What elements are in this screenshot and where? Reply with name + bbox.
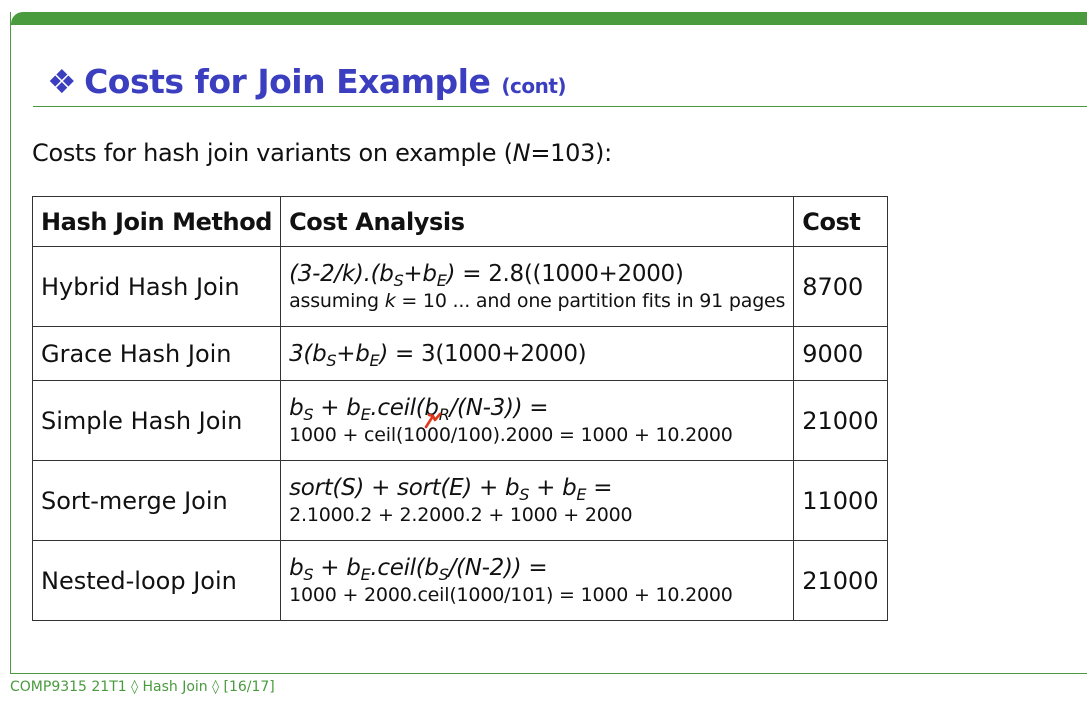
- cost-cell: 9000: [793, 326, 888, 381]
- method-cell: Simple Hash Join: [31, 380, 282, 461]
- table-row: Sort-merge Join sort(S) + sort(E) + bS +…: [31, 460, 888, 541]
- analysis-note: assuming k = 10 ... and one partition fi…: [289, 289, 786, 312]
- formula-sortmerge: sort(S) + sort(E) + bS + bE =: [289, 474, 613, 504]
- cost-cell: 21000: [793, 380, 888, 461]
- slide-title-text: Costs for Join Example: [84, 62, 491, 101]
- intro-var: N: [512, 139, 531, 167]
- analysis-cell: (3-2/k).(bS+bE) = 2.8((1000+2000) assumi…: [280, 246, 795, 327]
- cost-table: Hash Join Method Cost Analysis Cost Hybr…: [31, 196, 888, 621]
- analysis-note: 1000 + 2000.ceil(1000/101) = 1000 + 10.2…: [289, 583, 733, 606]
- title-divider: [33, 106, 1087, 107]
- header-cost: Cost: [793, 196, 888, 247]
- formula-grace: 3(bS+bE) = 3(1000+2000): [289, 340, 587, 370]
- formula-simple: bS + bE.ceil(bR/(N-3)) =: [289, 394, 785, 428]
- diamond-bullet-icon: ❖: [47, 62, 77, 101]
- table-row: Simple Hash Join bS + bE.ceil(bR/(N-3)) …: [31, 380, 888, 461]
- slide: ❖ Costs for Join Example (cont) Costs for…: [10, 12, 1087, 674]
- analysis-note: 2.1000.2 + 2.2000.2 + 1000 + 2000: [289, 503, 633, 526]
- method-cell: Hybrid Hash Join: [31, 246, 282, 327]
- analysis-cell: bS + bE.ceil(bR/(N-3)) = 1000 + ceil(100…: [280, 380, 795, 461]
- slide-title-suffix: (cont): [501, 74, 567, 98]
- table-row: Nested-loop Join bS + bE.ceil(bS/(N-2)) …: [31, 540, 888, 621]
- cost-cell: 21000: [793, 540, 888, 621]
- table-header-row: Hash Join Method Cost Analysis Cost: [31, 196, 888, 247]
- method-cell: Nested-loop Join: [31, 540, 282, 621]
- slide-footer: COMP9315 21T1 ◊ Hash Join ◊ [16/17]: [10, 679, 275, 695]
- method-cell: Sort-merge Join: [31, 460, 282, 541]
- analysis-cell: 3(bS+bE) = 3(1000+2000): [280, 326, 795, 381]
- analysis-note: 1000 + ceil(1000/100).2000 = 1000 + 10.2…: [289, 423, 733, 446]
- slide-title: ❖ Costs for Join Example (cont): [47, 62, 567, 101]
- table-row: Hybrid Hash Join (3-2/k).(bS+bE) = 2.8((…: [31, 246, 888, 327]
- intro-text: Costs for hash join variants on example …: [32, 139, 612, 167]
- formula-nested: bS + bE.ceil(bS/(N-2)) =: [289, 554, 548, 584]
- slide-top-bar: [11, 12, 1087, 25]
- method-cell: Grace Hash Join: [31, 326, 282, 381]
- header-cost-analysis: Cost Analysis: [280, 196, 795, 247]
- analysis-cell: sort(S) + sort(E) + bS + bE = 2.1000.2 +…: [280, 460, 795, 541]
- formula-hybrid: (3-2/k).(bS+bE) = 2.8((1000+2000): [289, 260, 684, 290]
- header-method: Hash Join Method: [31, 196, 282, 247]
- cost-cell: 8700: [793, 246, 888, 327]
- analysis-cell: bS + bE.ceil(bS/(N-2)) = 1000 + 2000.cei…: [280, 540, 795, 621]
- table-row: Grace Hash Join 3(bS+bE) = 3(1000+2000) …: [31, 326, 888, 381]
- cost-cell: 11000: [793, 460, 888, 541]
